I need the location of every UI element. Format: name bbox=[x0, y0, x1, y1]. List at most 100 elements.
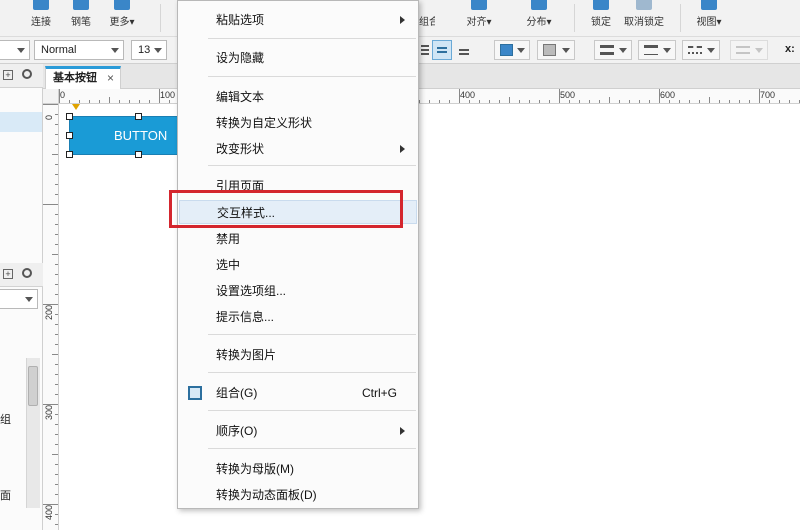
menu-item-convert-to-dynamic-panel[interactable]: 转换为动态面板(D) bbox=[179, 483, 417, 507]
chevron-down-icon bbox=[562, 48, 570, 53]
fill-color-button[interactable] bbox=[494, 40, 530, 60]
menu-item-set-hidden[interactable]: 设为隐藏 bbox=[179, 46, 417, 70]
more-button[interactable]: 更多▾ bbox=[106, 0, 138, 37]
library-scrollbar-thumb[interactable] bbox=[28, 366, 38, 406]
ruler-tick-label: 200 bbox=[44, 304, 54, 320]
library-item-partial: 组 bbox=[0, 414, 11, 426]
align-icon bbox=[471, 0, 487, 10]
align-left-button[interactable] bbox=[419, 40, 431, 60]
align-center-button[interactable] bbox=[432, 40, 452, 60]
resize-handle[interactable] bbox=[66, 151, 73, 158]
chevron-down-icon bbox=[619, 48, 627, 53]
distribute-icon bbox=[531, 0, 547, 10]
resize-handle[interactable] bbox=[135, 151, 142, 158]
menu-item-convert-to-master[interactable]: 转换为母版(M) bbox=[179, 457, 417, 481]
connect-icon bbox=[33, 0, 49, 10]
menu-item-order[interactable]: 顺序(O) bbox=[179, 419, 417, 443]
ruler-tick-label: 0 bbox=[60, 90, 66, 100]
x-coordinate-label: x: bbox=[785, 43, 795, 55]
submenu-arrow-icon bbox=[400, 16, 405, 24]
submenu-arrow-icon bbox=[400, 145, 405, 153]
font-family-select[interactable] bbox=[0, 40, 30, 60]
menu-item-label: 粘贴选项 bbox=[216, 13, 265, 27]
ruler-tick-label: 300 bbox=[44, 404, 54, 420]
view-button[interactable]: 视图▾ bbox=[692, 0, 726, 37]
menu-separator bbox=[208, 76, 416, 77]
menu-item-label: 编辑文本 bbox=[216, 90, 265, 104]
ruler-tick-label: 400 bbox=[44, 504, 54, 520]
align-button[interactable]: 对齐▾ bbox=[462, 0, 496, 37]
add-page-icon[interactable]: + bbox=[3, 70, 13, 80]
border-color-button[interactable] bbox=[594, 40, 632, 60]
lock-button[interactable]: 锁定 bbox=[586, 0, 616, 37]
menu-item-change-shape[interactable]: 改变形状 bbox=[179, 137, 417, 161]
toolbar-divider bbox=[574, 4, 575, 32]
group-icon bbox=[188, 386, 202, 400]
distribute-button[interactable]: 分布▾ bbox=[522, 0, 556, 37]
pages-tree-selected-row[interactable] bbox=[0, 112, 42, 132]
menu-item-edit-text[interactable]: 编辑文本 bbox=[179, 85, 417, 109]
origin-marker-icon bbox=[72, 104, 80, 110]
left-panel: + + 组 面 bbox=[0, 64, 43, 530]
resize-handle[interactable] bbox=[66, 132, 73, 139]
arrow-style-button[interactable] bbox=[730, 40, 768, 60]
search-icon[interactable] bbox=[22, 268, 32, 278]
tab-basic-button[interactable]: 基本按钮 × bbox=[45, 66, 121, 89]
chevron-down-icon bbox=[25, 297, 33, 302]
menu-item-label: 顺序(O) bbox=[216, 424, 258, 438]
menu-item-group[interactable]: 组合(G) Ctrl+G bbox=[179, 381, 417, 405]
shadow-button[interactable] bbox=[537, 40, 575, 60]
ruler-tick-label: 100 bbox=[160, 90, 176, 100]
border-color-icon bbox=[600, 45, 614, 55]
font-style-select[interactable]: Normal bbox=[34, 40, 124, 60]
lock-icon bbox=[593, 0, 609, 10]
line-width-icon bbox=[644, 45, 658, 55]
fill-color-icon bbox=[500, 44, 513, 56]
align-bottom-button[interactable] bbox=[455, 40, 475, 60]
line-style-button[interactable] bbox=[682, 40, 720, 60]
arrow-style-icon bbox=[736, 46, 750, 54]
chevron-down-icon bbox=[755, 48, 763, 53]
resize-handle[interactable] bbox=[135, 113, 142, 120]
horizontal-ruler: 0 100 400 500 600 700 bbox=[59, 89, 800, 104]
menu-separator bbox=[208, 165, 416, 166]
menu-item-label: 组合(G) bbox=[216, 386, 258, 400]
connect-button[interactable]: 连接 bbox=[26, 0, 56, 37]
chevron-down-icon bbox=[111, 48, 119, 53]
line-width-button[interactable] bbox=[638, 40, 676, 60]
submenu-arrow-icon bbox=[400, 427, 405, 435]
menu-item-label: 转换为自定义形状 bbox=[216, 116, 313, 130]
search-icon[interactable] bbox=[22, 69, 32, 79]
chevron-down-icon bbox=[663, 48, 671, 53]
more-icon bbox=[114, 0, 130, 10]
menu-item-selected[interactable]: 选中 bbox=[179, 253, 417, 277]
library-item-partial: 面 bbox=[0, 490, 11, 502]
add-master-icon[interactable]: + bbox=[3, 269, 13, 279]
unlock-button[interactable]: 取消锁定 bbox=[622, 0, 666, 37]
menu-item-label: 设置选项组... bbox=[216, 284, 287, 298]
design-canvas[interactable] bbox=[60, 105, 800, 530]
menu-item-paste-options[interactable]: 粘贴选项 bbox=[179, 8, 417, 32]
menu-item-label: 提示信息... bbox=[216, 310, 275, 324]
resize-handle[interactable] bbox=[66, 113, 73, 120]
menu-item-label: 选中 bbox=[216, 258, 241, 272]
vertical-ruler: 0 200 300 400 bbox=[43, 104, 59, 530]
chevron-down-icon bbox=[707, 48, 715, 53]
font-size-select[interactable]: 13 bbox=[131, 40, 167, 60]
line-style-icon bbox=[688, 46, 702, 54]
menu-item-label: 转换为母版(M) bbox=[216, 462, 294, 476]
menu-item-tooltip[interactable]: 提示信息... bbox=[179, 305, 417, 329]
chevron-down-icon bbox=[17, 48, 25, 53]
pages-panel-header: + bbox=[0, 64, 43, 88]
pen-button[interactable]: 钢笔 bbox=[66, 0, 96, 37]
close-icon[interactable]: × bbox=[107, 69, 114, 87]
chevron-down-icon bbox=[517, 48, 525, 53]
ruler-tick-label: 600 bbox=[660, 90, 676, 100]
unlock-icon bbox=[636, 0, 652, 10]
menu-item-convert-to-image[interactable]: 转换为图片 bbox=[179, 343, 417, 367]
library-select[interactable] bbox=[0, 289, 38, 309]
menu-item-set-option-group[interactable]: 设置选项组... bbox=[179, 279, 417, 303]
menu-item-disable[interactable]: 禁用 bbox=[179, 227, 417, 251]
menu-item-convert-to-custom-shape[interactable]: 转换为自定义形状 bbox=[179, 111, 417, 135]
group-toolbar-button[interactable]: 组合 bbox=[419, 0, 435, 37]
